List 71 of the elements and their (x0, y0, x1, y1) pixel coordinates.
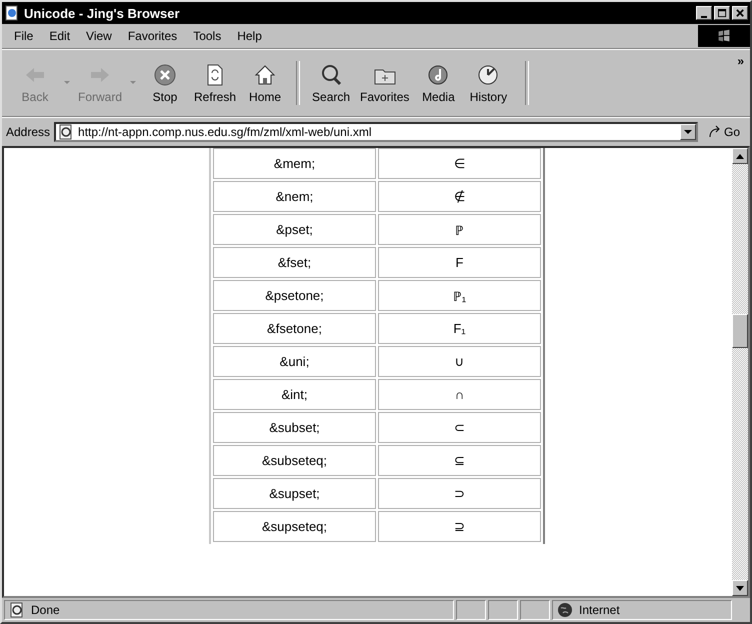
scroll-down-button[interactable] (732, 580, 748, 596)
table-cell: ⊂ (378, 412, 541, 443)
table-cell: &psetone; (213, 280, 376, 311)
search-icon (319, 62, 344, 86)
address-field[interactable]: http://nt-appn.comp.nus.edu.sg/fm/zml/xml-web/uni.xml (54, 122, 698, 142)
menu-item[interactable]: Tools (185, 27, 230, 45)
status-text: Done (4, 600, 454, 620)
table-cell: ∉ (378, 181, 541, 212)
menu-item[interactable]: View (78, 27, 120, 45)
menu-item[interactable]: Favorites (120, 27, 186, 45)
caret-icon (684, 130, 692, 134)
curved-arrow-icon (708, 125, 722, 139)
toolbar-button[interactable]: Favorites (356, 60, 414, 106)
table-cell: &mem; (213, 148, 376, 179)
up-arrow-icon (736, 154, 744, 158)
table-cell: &supset; (213, 478, 376, 509)
history-icon (476, 62, 500, 86)
minimize-button[interactable] (696, 6, 712, 20)
table-cell: &uni; (213, 346, 376, 377)
table-cell: &fsetone; (213, 313, 376, 344)
table-cell: ∈ (378, 148, 541, 179)
maximize-button[interactable] (714, 6, 730, 20)
toolbar-button[interactable]: History (463, 60, 514, 106)
table-cell: ∪ (378, 346, 541, 377)
toolbar-button[interactable]: Stop (140, 60, 190, 106)
down-arrow-icon (736, 586, 744, 590)
address-label: Address (6, 125, 50, 139)
table-cell: &supseteq; (213, 511, 376, 542)
menu-item[interactable]: File (6, 27, 42, 45)
home-icon (253, 62, 278, 86)
maximize-icon (718, 8, 726, 18)
dropdown-button[interactable] (680, 124, 696, 140)
zone-indicator: Internet (552, 600, 732, 620)
globe-icon (557, 602, 573, 618)
status-panel (488, 600, 518, 620)
status-panel (456, 600, 486, 620)
browser-page-icon (4, 5, 20, 21)
toolbar-button[interactable]: Media (413, 60, 464, 106)
scroll-up-button[interactable] (732, 148, 748, 164)
menu-item[interactable]: Help (229, 27, 270, 45)
stop-icon (153, 62, 178, 86)
table-cell: ∩ (378, 379, 541, 410)
media-icon (426, 62, 450, 86)
table-cell: &subseteq; (213, 445, 376, 476)
table-cell: F₁ (378, 313, 541, 344)
table-cell: &subset; (213, 412, 376, 443)
table-cell: ⊇ (378, 511, 541, 542)
toolbar-button[interactable]: Refresh (190, 60, 240, 106)
toolbar-button[interactable]: Search (306, 60, 356, 106)
close-button[interactable] (732, 6, 748, 20)
table-cell: ℙ₁ (378, 280, 541, 311)
more-buttons[interactable]: » (737, 54, 744, 68)
go-button[interactable]: Go (702, 125, 746, 139)
table-cell: ⊃ (378, 478, 541, 509)
scroll-thumb[interactable] (732, 314, 748, 348)
window-title: Unicode - Jing's Browser (24, 6, 181, 20)
minimize-icon (701, 16, 707, 18)
page-icon (58, 124, 74, 140)
table-cell: &pset; (213, 214, 376, 245)
page-icon (9, 602, 25, 618)
table-cell: &nem; (213, 181, 376, 212)
table-cell: ⊆ (378, 445, 541, 476)
status-panel (520, 600, 550, 620)
toolbar-button[interactable]: Home (240, 60, 290, 106)
table-cell: &fset; (213, 247, 376, 278)
table-cell: &int; (213, 379, 376, 410)
scrollbar[interactable] (732, 148, 748, 596)
menu-item[interactable]: Edit (41, 27, 78, 45)
close-icon (736, 8, 744, 18)
table-cell: F (378, 247, 541, 278)
table-cell: ℙ (378, 214, 541, 245)
